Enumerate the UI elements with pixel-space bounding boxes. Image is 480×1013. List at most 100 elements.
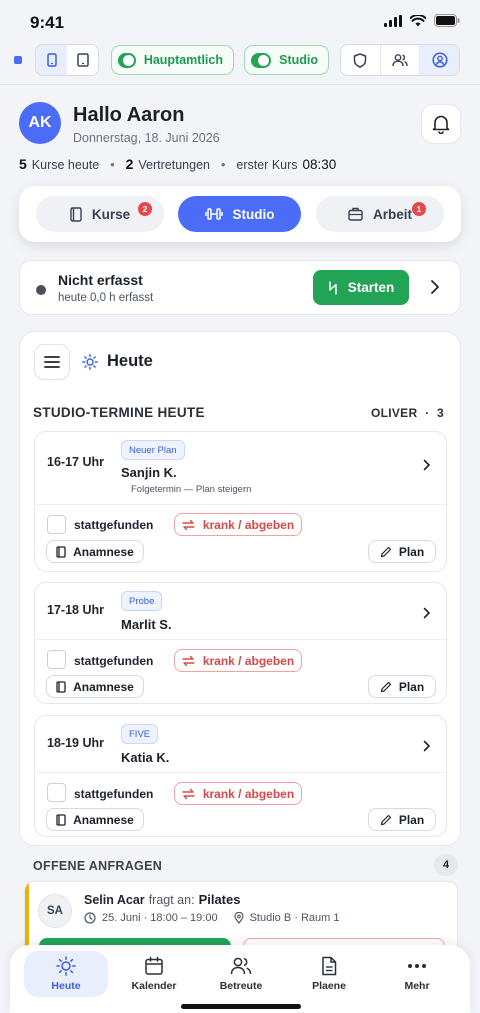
timer-icon (328, 280, 337, 295)
chevron-right-icon[interactable] (423, 459, 431, 471)
start-tracking-button[interactable]: Starten (313, 270, 409, 305)
status-bar: 9:41 (0, 0, 480, 42)
profile-role-button[interactable] (420, 45, 460, 75)
nav-plaene[interactable]: Plaene (287, 951, 371, 997)
anamnese-button[interactable]: Anamnese (46, 675, 144, 698)
plan-button[interactable]: Plan (368, 540, 436, 563)
clock: 9:41 (30, 13, 65, 32)
tab-arbeit[interactable]: Arbeit 1 (316, 196, 444, 232)
appointment-time: 16-17 Uhr (47, 455, 104, 469)
sick-handover-button[interactable]: krank / abgeben (174, 782, 302, 805)
nav-mehr[interactable]: Mehr (375, 951, 459, 997)
plan-button[interactable]: Plan (368, 675, 436, 698)
requester-avatar: SA (38, 894, 72, 928)
anamnese-button[interactable]: Anamnese (46, 540, 144, 563)
nav-betreute[interactable]: Betreute (199, 951, 283, 997)
hauptamtlich-toggle[interactable]: Hauptamtlich (111, 45, 234, 75)
held-label: stattgefunden (74, 518, 154, 532)
phone-icon (46, 53, 57, 67)
appointment-time: 17-18 Uhr (47, 603, 104, 617)
nav-heute[interactable]: Heute (24, 951, 108, 997)
nav-kalender[interactable]: Kalender (112, 951, 196, 997)
pencil-icon (380, 681, 391, 692)
nav-label: Plaene (312, 980, 346, 992)
studio-toggle[interactable]: Studio (244, 45, 329, 75)
appointments-count: 3 (437, 406, 444, 420)
pencil-icon (380, 546, 391, 557)
card-divider (35, 772, 446, 773)
swap-icon (182, 788, 195, 799)
chevron-right-icon[interactable] (430, 279, 440, 295)
book-icon (56, 680, 66, 693)
clock-icon (84, 912, 96, 924)
held-checkbox[interactable] (47, 515, 66, 534)
chevron-right-icon[interactable] (423, 740, 431, 752)
bell-icon (432, 115, 450, 134)
mode-tabs: Kurse 2 Studio Arbeit 1 (19, 186, 461, 242)
wifi-icon (410, 14, 426, 26)
plan-label: Plan (398, 812, 425, 827)
menu-button[interactable] (34, 344, 70, 380)
courses-label: Kurse heute (31, 158, 100, 172)
tablet-view-button[interactable] (67, 45, 98, 75)
plan-button[interactable]: Plan (368, 808, 436, 831)
appointment-tag: Neuer Plan (121, 440, 185, 460)
tab-studio[interactable]: Studio (178, 196, 301, 232)
sick-handover-button[interactable]: krank / abgeben (174, 649, 302, 672)
users-icon (230, 957, 252, 975)
held-checkbox[interactable] (47, 783, 66, 802)
requests-count: 4 (434, 854, 458, 876)
plan-label: Plan (398, 544, 425, 559)
team-role-button[interactable] (381, 45, 421, 75)
user-circle-icon (432, 52, 448, 68)
sick-handover-button[interactable]: krank / abgeben (174, 513, 302, 536)
client-name: Katia K. (121, 750, 170, 765)
book-icon (56, 545, 66, 558)
signal-icon (384, 14, 402, 27)
today-panel: Heute STUDIO-TERMINE HEUTE OLIVER · 3 16… (19, 331, 461, 846)
appointment-tag: FIVE (121, 724, 159, 744)
toggle-switch (118, 52, 136, 68)
anamnese-label: Anamnese (73, 679, 134, 694)
swap-icon (182, 655, 195, 666)
section-meta: OLIVER · 3 (370, 406, 444, 420)
request-location: Studio B · Raum 1 (249, 912, 340, 924)
trainer-name: OLIVER (370, 406, 418, 420)
held-label: stattgefunden (74, 654, 154, 668)
tracking-detail: heute 0,0 h erfasst (58, 292, 154, 304)
phone-view-button[interactable] (36, 45, 67, 75)
nav-label: Mehr (404, 980, 430, 992)
appointment-note: Folgetermin — Plan steigern (131, 484, 252, 495)
tab-badge: 1 (412, 202, 426, 216)
time-tracking-card: Nicht erfasst heute 0,0 h erfasst Starte… (19, 260, 461, 315)
nav-label: Kalender (131, 980, 177, 992)
swap-icon (182, 519, 195, 530)
anamnese-button[interactable]: Anamnese (46, 808, 144, 831)
appointment-card[interactable]: 17-18 Uhr Probe Marlit S. stattgefunden … (34, 582, 447, 704)
home-indicator (181, 1004, 301, 1009)
status-dot (36, 285, 46, 295)
avatar[interactable]: AK (19, 102, 61, 144)
appointment-card[interactable]: 16-17 Uhr Neuer Plan Sanjin K. Folgeterm… (34, 431, 447, 572)
briefcase-icon (348, 207, 363, 221)
appointment-card[interactable]: 18-19 Uhr FIVE Katia K. stattgefunden kr… (34, 715, 447, 837)
anamnese-label: Anamnese (73, 544, 134, 559)
held-checkbox[interactable] (47, 650, 66, 669)
indicator-dot (14, 56, 22, 64)
bottom-navigation: Heute Kalender Betreute Plaene Mehr (10, 945, 470, 1013)
book-icon (70, 206, 82, 222)
first-course-label: erster Kurs (236, 158, 298, 172)
tracking-status: Nicht erfasst (58, 272, 143, 288)
appointment-time: 18-19 Uhr (47, 736, 104, 750)
sun-icon (56, 956, 76, 976)
chevron-right-icon[interactable] (423, 607, 431, 619)
card-divider (35, 504, 446, 505)
admin-role-button[interactable] (341, 45, 381, 75)
substitutions-count: 2 (125, 156, 134, 172)
notifications-button[interactable] (421, 104, 461, 144)
dumbbell-icon (204, 208, 223, 220)
role-switch (340, 44, 460, 76)
current-date: Donnerstag, 18. Juni 2026 (73, 131, 220, 145)
sick-label: krank / abgeben (202, 786, 295, 801)
tab-kurse[interactable]: Kurse 2 (36, 196, 164, 232)
